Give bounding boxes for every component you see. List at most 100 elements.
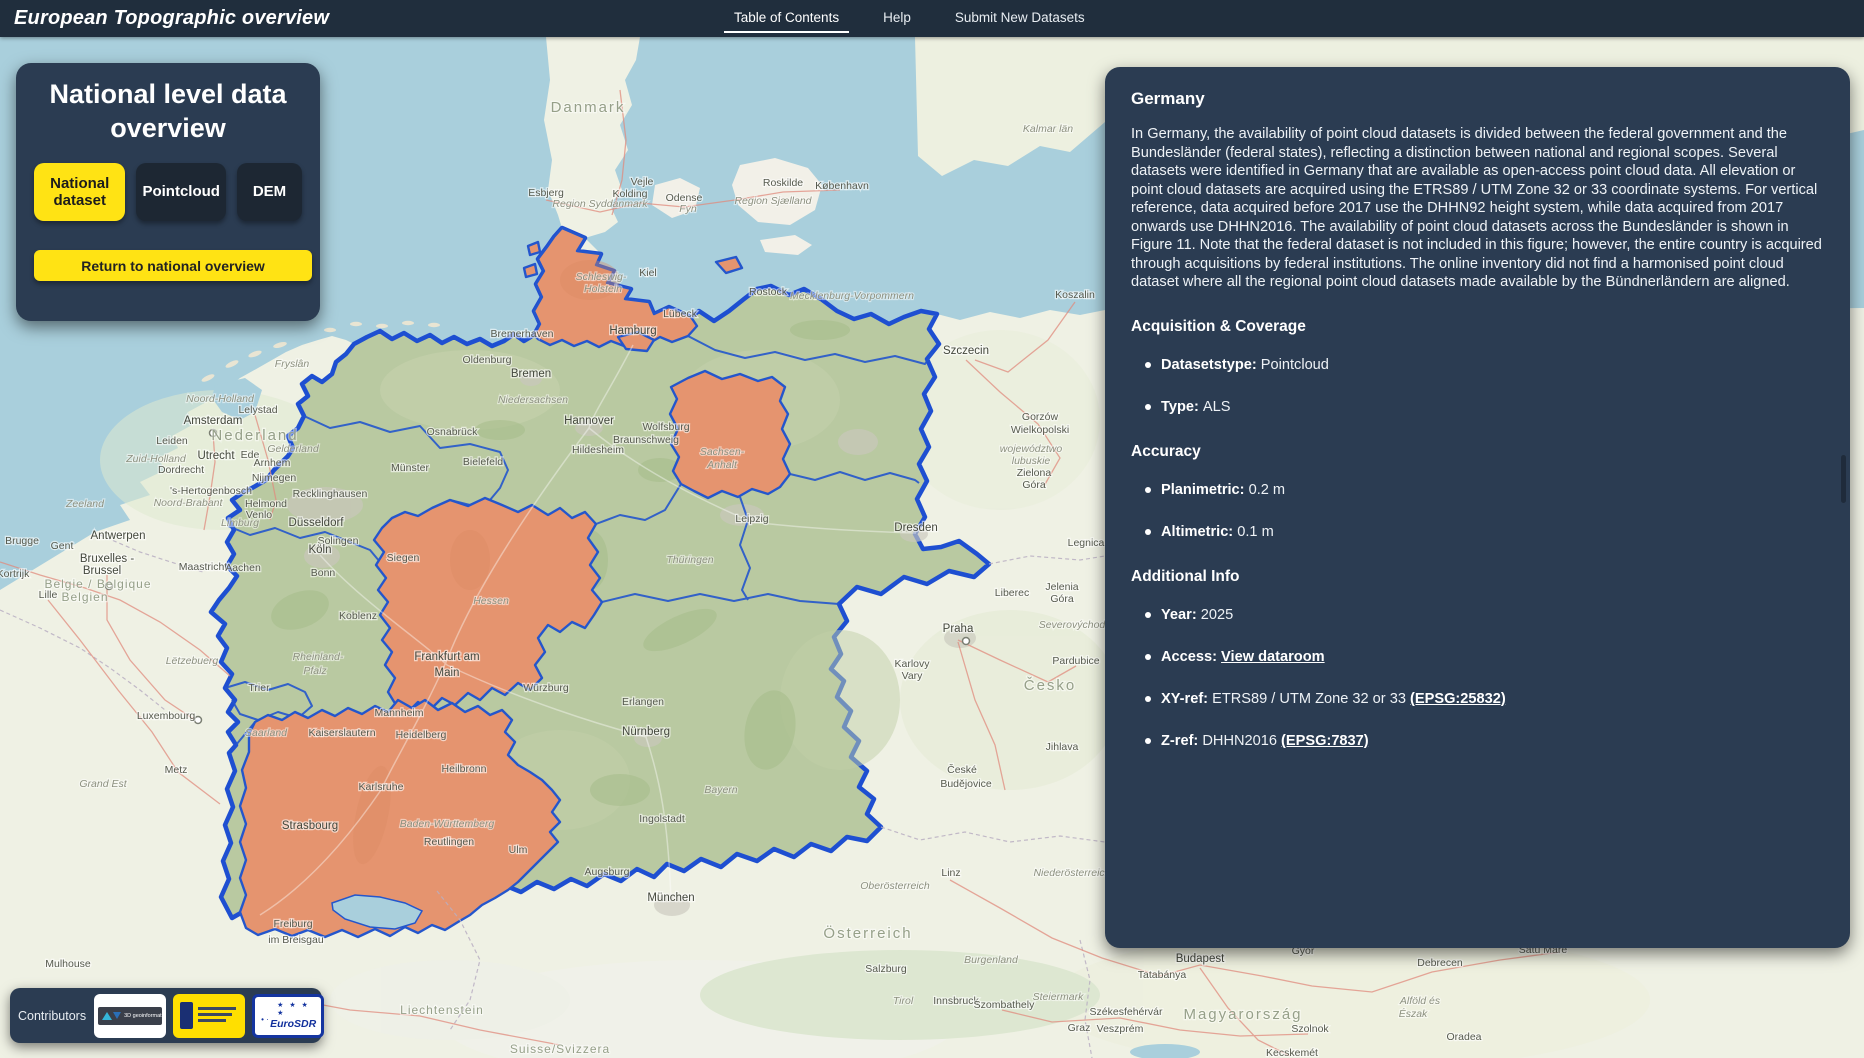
map-label: Frankfurt am [414,651,479,663]
map-label: Kiel [639,267,657,279]
map-label: lubuskie [1012,455,1051,467]
map-label: Limburg [221,517,259,529]
logo-text-line [198,1019,226,1022]
map-label: Belgie / Belgique [44,577,151,591]
map-label: Hannover [564,415,614,427]
scrollbar-thumb[interactable] [1841,455,1846,503]
map-label: Münster [391,462,429,474]
map-label: Bremerhaven [490,328,553,340]
bullet-label: Access: [1161,649,1221,665]
info-bullet-type: Type: ALS [1161,398,1824,417]
map-label: Dordrecht [158,464,204,476]
map-label: Lübeck [663,308,698,320]
nav-submit-new-datasets[interactable]: Submit New Datasets [953,6,1087,31]
map-label: Bruxelles - [80,553,134,565]
section-list: Datasetstype: PointcloudType: ALS [1131,356,1824,417]
map-label: Legnica [1068,537,1105,549]
map-label: Grand Est [79,778,127,790]
map-label: Maastricht [179,561,228,573]
map-label: Koszalin [1055,289,1095,301]
map-label: Ulm [509,844,528,856]
map-label: Freiburg [273,918,312,930]
link-epsg-7837[interactable]: (EPSG:7837) [1281,733,1369,749]
map-label: Góra [1050,593,1074,605]
map-label: Baden-Württemberg [400,818,495,830]
map-label: Kecskemét [1266,1047,1318,1058]
map-label: Liberec [995,587,1029,599]
link-epsg-25832[interactable]: (EPSG:25832) [1410,691,1506,707]
map-label: Linz [941,867,960,879]
return-to-national-overview-button[interactable]: Return to national overview [34,250,312,281]
map-label: Fryslân [275,358,310,370]
map-label: Gent [51,540,74,552]
3d-geoinformation-logo[interactable]: 3D geoinformation [94,994,166,1038]
map-label: Belgien [61,590,108,604]
map-label: Arnhem [254,457,291,469]
pointcloud-button[interactable]: Pointcloud [136,163,226,221]
map-label: Reutlingen [424,836,474,848]
map-label: Debrecen [1417,957,1463,969]
map-label: Oldenburg [462,354,511,366]
map-label: Bielefeld [463,456,503,468]
link-view-dataroom[interactable]: View dataroom [1221,649,1325,665]
eurosdr-logo[interactable]: ★ ★ ★ ★ • · EuroSDR [252,994,324,1038]
map-label: Sachsen- [700,446,745,458]
map-label: Nürnberg [622,726,670,738]
bullet-label: XY-ref: [1161,691,1212,707]
dataset-type-buttons: National datasetPointcloudDEM [34,163,302,221]
dem-button[interactable]: DEM [237,163,302,221]
contributors-label: Contributors [18,1009,86,1023]
map-label: Leipzig [735,513,768,525]
map-label: Suisse/Svizzera [510,1042,610,1056]
section-heading-acquisition-coverage: Acquisition & Coverage [1131,318,1824,336]
map-label: 's-Hertogenbosch [170,485,252,497]
section-list: Year: 2025Access: View dataroomXY-ref: E… [1131,606,1824,751]
dutch-government-logo[interactable] [173,994,245,1038]
bullet-label: Planimetric: [1161,482,1249,498]
map-label: Roskilde [763,177,803,189]
bullet-label: Year: [1161,607,1201,623]
map-label: Wielkopolski [1011,424,1069,436]
map-label: Magyarország [1183,1006,1302,1023]
map-label: Region Syddanmark [552,198,648,210]
country-info-panel: Germany In Germany, the availability of … [1105,67,1850,948]
map-label: České [947,763,977,776]
map-label: Vejle [631,176,654,188]
map-label: Gelderland [267,443,320,455]
map-label: Zeeland [65,498,105,510]
info-bullet-z-ref: Z-ref: DHHN2016 (EPSG:7837) [1161,732,1824,751]
header-bar: European Topographic overview Table of C… [0,0,1864,37]
map-label: Graz [1068,1022,1091,1034]
contributors-bar: Contributors 3D geoinformation ★ ★ ★ ★ •… [10,988,322,1043]
map-label: Brugge [5,535,39,547]
nav-table-of-contents[interactable]: Table of Contents [732,6,841,31]
section-heading-additional-info: Additional Info [1131,568,1824,586]
map-label: Lelystad [238,404,277,416]
coat-of-arms-icon [180,1002,193,1029]
bullet-label: Z-ref: [1161,733,1202,749]
map-label: Aachen [225,562,261,574]
map-label: Danmark [551,99,626,116]
nav-help[interactable]: Help [881,6,913,31]
info-bullet-year: Year: 2025 [1161,606,1824,625]
map-label: Erlangen [622,696,664,708]
map-label: Tirol [893,995,914,1007]
bullet-label: Datasetstype: [1161,357,1261,373]
map-label: Mannheim [374,707,423,719]
map-label: Thüringen [666,554,713,566]
map-label: Jihlava [1046,741,1079,753]
map-label: Česko [1024,677,1077,694]
map-label: Pfalz [303,665,327,677]
map-label: Hamburg [609,325,656,337]
map-label: Burgenland [964,954,1019,966]
bullet-label: Altimetric: [1161,524,1237,540]
stars-icon: ★ ★ ★ ★ [277,1001,321,1017]
info-bullet-altimetric: Altimetric: 0.1 m [1161,523,1824,542]
map-label: Köln [308,544,331,556]
info-sections: Acquisition & Coverage Datasetstype: Poin… [1131,318,1824,751]
map-label: Österreich [823,924,912,942]
map-label: Brussel [83,565,121,577]
national-dataset-button[interactable]: National dataset [34,163,125,221]
map-label: Észak [1399,1007,1428,1020]
map-label: Augsburg [585,866,630,878]
